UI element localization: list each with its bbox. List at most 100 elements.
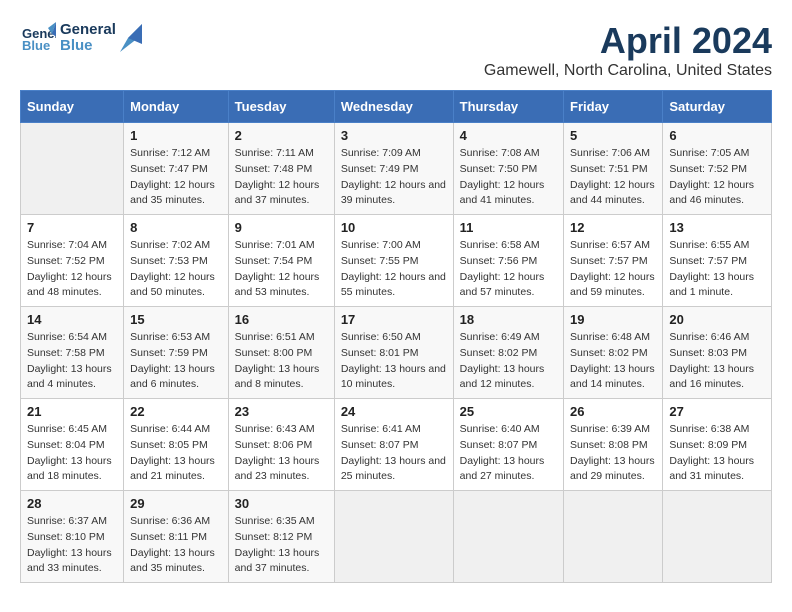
header: General Blue General Blue April 2024 Gam… (20, 20, 772, 80)
calendar-cell: 28Sunrise: 6:37 AMSunset: 8:10 PMDayligh… (21, 491, 124, 583)
day-number: 14 (27, 312, 117, 327)
day-number: 19 (570, 312, 656, 327)
calendar-cell: 21 Sunrise: 6:45 AMSunset: 8:04 PMDayligh… (21, 399, 124, 491)
calendar-cell: 7Sunrise: 7:04 AMSunset: 7:52 PMDaylight… (21, 215, 124, 307)
calendar-cell: 16 Sunrise: 6:51 AMSunset: 8:00 PMDayligh… (228, 307, 334, 399)
day-number: 26 (570, 404, 656, 419)
weekday-header: Saturday (663, 91, 772, 123)
calendar-cell: 6 Sunrise: 7:05 AMSunset: 7:52 PMDaylight… (663, 123, 772, 215)
day-info: Sunrise: 6:40 AMSunset: 8:07 PMDaylight:… (460, 422, 557, 485)
bird-logo-icon (120, 24, 142, 52)
day-info: Sunrise: 6:51 AMSunset: 8:00 PMDaylight:… (235, 330, 328, 393)
calendar-cell: 25 Sunrise: 6:40 AMSunset: 8:07 PMDayligh… (453, 399, 563, 491)
day-number: 13 (669, 220, 765, 235)
day-number: 3 (341, 128, 447, 143)
calendar-cell: 30 Sunrise: 6:35 AMSunset: 8:12 PMDayligh… (228, 491, 334, 583)
calendar-cell: 5 Sunrise: 7:06 AMSunset: 7:51 PMDaylight… (564, 123, 663, 215)
day-info: Sunrise: 6:53 AMSunset: 7:59 PMDaylight:… (130, 330, 222, 393)
calendar-table: SundayMondayTuesdayWednesdayThursdayFrid… (20, 90, 772, 583)
calendar-week-row: 21 Sunrise: 6:45 AMSunset: 8:04 PMDayligh… (21, 399, 772, 491)
day-info: Sunrise: 7:08 AMSunset: 7:50 PMDaylight:… (460, 146, 557, 209)
calendar-header-row: SundayMondayTuesdayWednesdayThursdayFrid… (21, 91, 772, 123)
day-info: Sunrise: 6:55 AMSunset: 7:57 PMDaylight:… (669, 238, 765, 301)
day-info: Sunrise: 6:45 AMSunset: 8:04 PMDaylight:… (27, 422, 117, 485)
day-info: Sunrise: 7:05 AMSunset: 7:52 PMDaylight:… (669, 146, 765, 209)
day-number: 9 (235, 220, 328, 235)
calendar-cell: 29Sunrise: 6:36 AMSunset: 8:11 PMDayligh… (124, 491, 229, 583)
day-number: 25 (460, 404, 557, 419)
day-number: 6 (669, 128, 765, 143)
calendar-cell: 10Sunrise: 7:00 AMSunset: 7:55 PMDayligh… (334, 215, 453, 307)
day-number: 22 (130, 404, 222, 419)
weekday-header: Sunday (21, 91, 124, 123)
day-number: 2 (235, 128, 328, 143)
day-info: Sunrise: 6:39 AMSunset: 8:08 PMDaylight:… (570, 422, 656, 485)
calendar-week-row: 7Sunrise: 7:04 AMSunset: 7:52 PMDaylight… (21, 215, 772, 307)
calendar-week-row: 14 Sunrise: 6:54 AMSunset: 7:58 PMDayligh… (21, 307, 772, 399)
day-number: 20 (669, 312, 765, 327)
calendar-cell: 14 Sunrise: 6:54 AMSunset: 7:58 PMDayligh… (21, 307, 124, 399)
day-number: 27 (669, 404, 765, 419)
page-subtitle: Gamewell, North Carolina, United States (484, 62, 772, 80)
calendar-cell: 20 Sunrise: 6:46 AMSunset: 8:03 PMDayligh… (663, 307, 772, 399)
day-info: Sunrise: 6:37 AMSunset: 8:10 PMDaylight:… (27, 514, 117, 577)
weekday-header: Tuesday (228, 91, 334, 123)
calendar-cell: 2 Sunrise: 7:11 AMSunset: 7:48 PMDaylight… (228, 123, 334, 215)
day-number: 23 (235, 404, 328, 419)
calendar-week-row: 1Sunrise: 7:12 AMSunset: 7:47 PMDaylight… (21, 123, 772, 215)
day-number: 5 (570, 128, 656, 143)
day-info: Sunrise: 6:57 AMSunset: 7:57 PMDaylight:… (570, 238, 656, 301)
calendar-cell: 13 Sunrise: 6:55 AMSunset: 7:57 PMDayligh… (663, 215, 772, 307)
day-number: 17 (341, 312, 447, 327)
calendar-cell: 26 Sunrise: 6:39 AMSunset: 8:08 PMDayligh… (564, 399, 663, 491)
day-number: 30 (235, 496, 328, 511)
calendar-cell: 9 Sunrise: 7:01 AMSunset: 7:54 PMDaylight… (228, 215, 334, 307)
day-info: Sunrise: 6:38 AMSunset: 8:09 PMDaylight:… (669, 422, 765, 485)
logo-text: General Blue (60, 22, 116, 55)
day-info: Sunrise: 7:11 AMSunset: 7:48 PMDaylight:… (235, 146, 328, 209)
calendar-cell: 27 Sunrise: 6:38 AMSunset: 8:09 PMDayligh… (663, 399, 772, 491)
logo: General Blue General Blue (20, 20, 142, 56)
calendar-cell (453, 491, 563, 583)
day-info: Sunrise: 6:44 AMSunset: 8:05 PMDaylight:… (130, 422, 222, 485)
day-number: 15 (130, 312, 222, 327)
day-info: Sunrise: 6:35 AMSunset: 8:12 PMDaylight:… (235, 514, 328, 577)
title-area: April 2024 Gamewell, North Carolina, Uni… (484, 20, 772, 80)
calendar-week-row: 28Sunrise: 6:37 AMSunset: 8:10 PMDayligh… (21, 491, 772, 583)
day-info: Sunrise: 7:09 AMSunset: 7:49 PMDaylight:… (341, 146, 447, 209)
day-number: 4 (460, 128, 557, 143)
day-number: 10 (341, 220, 447, 235)
calendar-cell (21, 123, 124, 215)
day-number: 29 (130, 496, 222, 511)
day-info: Sunrise: 6:49 AMSunset: 8:02 PMDaylight:… (460, 330, 557, 393)
day-number: 24 (341, 404, 447, 419)
day-number: 8 (130, 220, 222, 235)
calendar-cell: 1Sunrise: 7:12 AMSunset: 7:47 PMDaylight… (124, 123, 229, 215)
day-info: Sunrise: 6:48 AMSunset: 8:02 PMDaylight:… (570, 330, 656, 393)
calendar-cell: 3 Sunrise: 7:09 AMSunset: 7:49 PMDaylight… (334, 123, 453, 215)
day-number: 21 (27, 404, 117, 419)
day-info: Sunrise: 7:02 AMSunset: 7:53 PMDaylight:… (130, 238, 222, 301)
day-info: Sunrise: 7:12 AMSunset: 7:47 PMDaylight:… (130, 146, 222, 209)
logo-icon: General Blue (20, 20, 56, 56)
day-info: Sunrise: 7:06 AMSunset: 7:51 PMDaylight:… (570, 146, 656, 209)
day-number: 16 (235, 312, 328, 327)
calendar-cell (663, 491, 772, 583)
calendar-cell (564, 491, 663, 583)
calendar-cell: 23 Sunrise: 6:43 AMSunset: 8:06 PMDayligh… (228, 399, 334, 491)
day-info: Sunrise: 6:46 AMSunset: 8:03 PMDaylight:… (669, 330, 765, 393)
svg-text:Blue: Blue (22, 38, 50, 53)
weekday-header: Wednesday (334, 91, 453, 123)
day-info: Sunrise: 7:04 AMSunset: 7:52 PMDaylight:… (27, 238, 117, 301)
page-title: April 2024 (484, 20, 772, 62)
calendar-cell: 11Sunrise: 6:58 AMSunset: 7:56 PMDayligh… (453, 215, 563, 307)
day-info: Sunrise: 6:43 AMSunset: 8:06 PMDaylight:… (235, 422, 328, 485)
day-info: Sunrise: 7:01 AMSunset: 7:54 PMDaylight:… (235, 238, 328, 301)
calendar-cell: 18Sunrise: 6:49 AMSunset: 8:02 PMDayligh… (453, 307, 563, 399)
calendar-cell: 19 Sunrise: 6:48 AMSunset: 8:02 PMDayligh… (564, 307, 663, 399)
day-info: Sunrise: 6:41 AMSunset: 8:07 PMDaylight:… (341, 422, 447, 485)
day-number: 11 (460, 220, 557, 235)
calendar-cell: 15 Sunrise: 6:53 AMSunset: 7:59 PMDayligh… (124, 307, 229, 399)
calendar-cell: 17Sunrise: 6:50 AMSunset: 8:01 PMDayligh… (334, 307, 453, 399)
day-info: Sunrise: 6:54 AMSunset: 7:58 PMDaylight:… (27, 330, 117, 393)
